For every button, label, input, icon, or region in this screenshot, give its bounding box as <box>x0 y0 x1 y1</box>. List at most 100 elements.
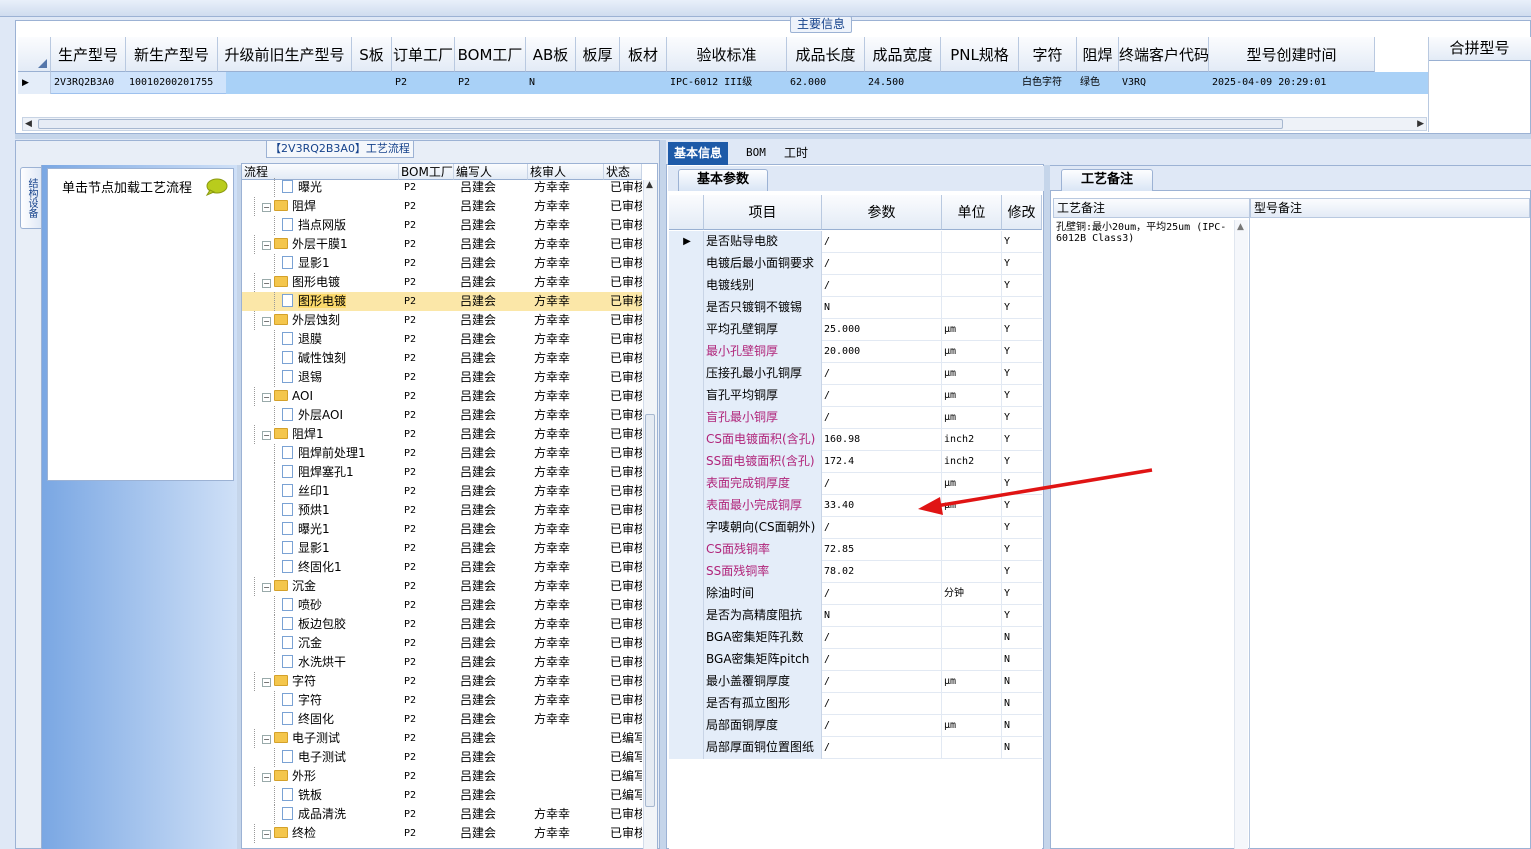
main-cell-4[interactable]: P2 <box>392 72 455 94</box>
main-col-header-10[interactable]: 成品长度 <box>787 37 865 72</box>
tree-row[interactable]: 阻焊前处理1 P2 吕建会 方幸幸 已审核 <box>242 444 642 463</box>
tree-row[interactable]: 水洗烘干 P2 吕建会 方幸幸 已审核 <box>242 653 642 672</box>
param-row[interactable]: CS面残铜率 72.85 Y <box>669 539 1042 561</box>
collapse-icon[interactable]: − <box>262 279 271 288</box>
tree-row[interactable]: 挡点网版 P2 吕建会 方幸幸 已审核 <box>242 216 642 235</box>
tree-leaf-node[interactable]: 丝印1 <box>282 482 402 501</box>
main-cell-11[interactable]: 24.500 <box>865 72 941 94</box>
param-cell-unit[interactable] <box>942 517 1002 539</box>
tree-leaf-node[interactable]: 预烘1 <box>282 501 402 520</box>
param-cell-mod[interactable]: Y <box>1002 583 1042 605</box>
main-cell-12[interactable] <box>941 72 1019 94</box>
collapse-icon[interactable]: − <box>262 735 271 744</box>
param-row[interactable]: 字唛朝向(CS面朝外) / Y <box>669 517 1042 539</box>
tree-folder-node[interactable]: − 字符 <box>262 672 402 691</box>
process-note-box[interactable] <box>1053 218 1250 849</box>
param-row[interactable]: 局部厚面铜位置图纸 / N <box>669 737 1042 759</box>
param-cell-mod[interactable]: N <box>1002 671 1042 693</box>
tree-row[interactable]: − 沉金 P2 吕建会 方幸幸 已审核 <box>242 577 642 596</box>
param-cell-mod[interactable]: Y <box>1002 539 1042 561</box>
main-cell-15[interactable]: V3RQ <box>1119 72 1209 94</box>
main-cell-16[interactable]: 2025-04-09 20:29:01 <box>1209 72 1375 94</box>
tree-row[interactable]: 曝光1 P2 吕建会 方幸幸 已审核 <box>242 520 642 539</box>
param-cell-unit[interactable] <box>942 539 1002 561</box>
param-cell-mod[interactable]: Y <box>1002 473 1042 495</box>
tree-leaf-node[interactable]: 字符 <box>282 691 402 710</box>
main-cell-14[interactable]: 绿色 <box>1077 72 1119 94</box>
load-flow-box[interactable] <box>47 168 234 481</box>
tree-leaf-node[interactable]: 显影1 <box>282 539 402 558</box>
param-row[interactable]: 电镀后最小面铜要求 / Y <box>669 253 1042 275</box>
param-row[interactable]: 局部面铜厚度 / μm N <box>669 715 1042 737</box>
tree-row[interactable]: 终固化 P2 吕建会 方幸幸 已审核 <box>242 710 642 729</box>
tree-vscroll-thumb[interactable] <box>645 414 655 807</box>
tab-process-note[interactable]: 工艺备注 <box>1061 169 1153 191</box>
param-cell-mod[interactable]: Y <box>1002 385 1042 407</box>
param-cell-mod[interactable]: Y <box>1002 275 1042 297</box>
main-col-header-1[interactable]: 新生产型号 <box>126 37 218 72</box>
tree-leaf-node[interactable]: 板边包胶 <box>282 615 402 634</box>
tab-bom[interactable]: BOM <box>740 142 772 165</box>
tree-leaf-node[interactable]: 铣板 <box>282 786 402 805</box>
tab-basic-params[interactable]: 基本参数 <box>678 169 768 191</box>
main-cell-13[interactable]: 白色字符 <box>1019 72 1077 94</box>
param-cell-mod[interactable]: Y <box>1002 297 1042 319</box>
param-cell-unit[interactable] <box>942 253 1002 275</box>
params-grid[interactable]: 项目 参数 单位 修改 ▶ 是否贴导电胶 / Y 电镀后最小面铜要求 / Y 电镀线别 / Y 是否… <box>669 195 1042 849</box>
main-cell-9[interactable]: IPC-6012 III级 <box>667 72 787 94</box>
tree-leaf-node[interactable]: 喷砂 <box>282 596 402 615</box>
param-row[interactable]: SS面电镀面积(含孔) 172.4 inch2 Y <box>669 451 1042 473</box>
tree-row[interactable]: 丝印1 P2 吕建会 方幸幸 已审核 <box>242 482 642 501</box>
main-cell-5[interactable]: P2 <box>455 72 526 94</box>
param-row[interactable]: 最小孔壁铜厚 20.000 μm Y <box>669 341 1042 363</box>
param-cell-param[interactable]: / <box>822 583 942 605</box>
main-info-grid[interactable]: ▶ 生产型号 2V3RQ2B3A0 新生产型号 10010200201755 升级前旧生产… <box>18 37 1428 117</box>
main-cell-10[interactable]: 62.000 <box>787 72 865 94</box>
tree-row[interactable]: − 电子测试 P2 吕建会 已编写 <box>242 729 642 748</box>
tree-row[interactable]: 阻焊塞孔1 P2 吕建会 方幸幸 已审核 <box>242 463 642 482</box>
tree-folder-node[interactable]: − AOI <box>262 387 402 406</box>
param-cell-unit[interactable]: μm <box>942 473 1002 495</box>
param-cell-mod[interactable]: N <box>1002 693 1042 715</box>
param-cell-unit[interactable]: μm <box>942 407 1002 429</box>
tree-leaf-node[interactable]: 终固化 <box>282 710 402 729</box>
tree-leaf-node[interactable]: 成品清洗 <box>282 805 402 824</box>
param-cell-param[interactable]: / <box>822 517 942 539</box>
collapse-icon[interactable]: − <box>262 431 271 440</box>
param-cell-mod[interactable]: Y <box>1002 451 1042 473</box>
middle-splitter[interactable] <box>660 140 666 849</box>
collapse-icon[interactable]: − <box>262 773 271 782</box>
main-cell-6[interactable]: N <box>526 72 576 94</box>
tree-row[interactable]: 显影1 P2 吕建会 方幸幸 已审核 <box>242 254 642 273</box>
main-cell-8[interactable] <box>620 72 667 94</box>
tree-leaf-node[interactable]: 曝光1 <box>282 520 402 539</box>
param-cell-param[interactable]: / <box>822 275 942 297</box>
tree-row[interactable]: 退锡 P2 吕建会 方幸幸 已审核 <box>242 368 642 387</box>
note-vscrollbar[interactable]: ▲ <box>1234 220 1248 849</box>
tree-row[interactable]: 终固化1 P2 吕建会 方幸幸 已审核 <box>242 558 642 577</box>
tree-row[interactable]: 铣板 P2 吕建会 已编写 <box>242 786 642 805</box>
tree-leaf-node[interactable]: 电子测试 <box>282 748 402 767</box>
param-cell-unit[interactable] <box>942 561 1002 583</box>
param-row[interactable]: 平均孔壁铜厚 25.000 μm Y <box>669 319 1042 341</box>
param-cell-unit[interactable]: μm <box>942 341 1002 363</box>
param-cell-mod[interactable]: Y <box>1002 495 1042 517</box>
param-cell-param[interactable]: / <box>822 649 942 671</box>
params-header-item[interactable]: 项目 <box>704 195 822 230</box>
tree-row[interactable]: − 图形电镀 P2 吕建会 方幸幸 已审核 <box>242 273 642 292</box>
param-cell-unit[interactable]: μm <box>942 363 1002 385</box>
collapse-icon[interactable]: − <box>262 203 271 212</box>
flow-tree-grid[interactable]: 流程 BOM工厂 编写人 核审人 状态 曝光 P2 吕建会 方幸幸 已审核 − 阻焊 P2 吕建… <box>241 163 658 849</box>
param-row[interactable]: 压接孔最小孔铜厚 / μm Y <box>669 363 1042 385</box>
tree-row[interactable]: 电子测试 P2 吕建会 已编写 <box>242 748 642 767</box>
main-cell-2[interactable] <box>218 72 352 94</box>
tree-folder-node[interactable]: − 阻焊 <box>262 197 402 216</box>
param-row[interactable]: CS面电镀面积(含孔) 160.98 inch2 Y <box>669 429 1042 451</box>
tree-row[interactable]: 喷砂 P2 吕建会 方幸幸 已审核 <box>242 596 642 615</box>
tree-leaf-node[interactable]: 挡点网版 <box>282 216 402 235</box>
horizontal-splitter[interactable] <box>15 134 1531 139</box>
param-row[interactable]: 是否有孤立图形 / N <box>669 693 1042 715</box>
param-cell-mod[interactable]: Y <box>1002 363 1042 385</box>
note-scroll-up-icon[interactable]: ▲ <box>1237 222 1244 232</box>
tree-row[interactable]: − 阻焊 P2 吕建会 方幸幸 已审核 <box>242 197 642 216</box>
